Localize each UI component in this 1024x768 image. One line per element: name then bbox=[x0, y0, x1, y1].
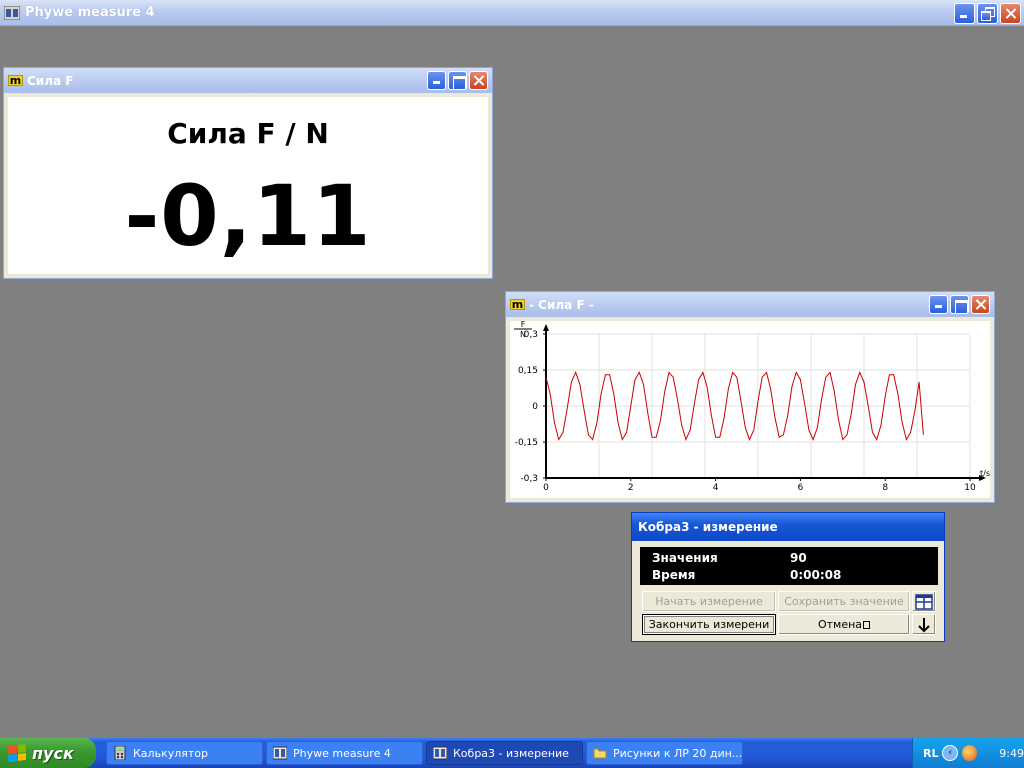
taskbar-item-kobra3-measurement[interactable]: Кобра3 - измерение bbox=[426, 741, 583, 765]
time-value: 0:00:08 bbox=[790, 568, 842, 582]
graph-area: 0 2 4 6 8 10 0,3 0,15 0 -0,15 -0,3 t/s F N bbox=[510, 321, 990, 498]
start-label: пуск bbox=[32, 743, 74, 763]
meter-window-title: Сила F bbox=[27, 73, 74, 88]
measurement-info-panel: Значения 90 Время 0:00:08 bbox=[640, 547, 938, 585]
y-axis-arrow bbox=[543, 324, 549, 331]
measurement-dialog-title: Кобра3 - измерение bbox=[638, 520, 778, 534]
measurement-dialog[interactable]: Кобра3 - измерение Значения 90 Время 0:0… bbox=[631, 512, 945, 642]
x-tick-label: 4 bbox=[713, 483, 719, 493]
tray-expand-icon[interactable]: ‹ bbox=[942, 745, 958, 761]
arrow-down-icon bbox=[918, 617, 930, 632]
x-tick-label: 6 bbox=[798, 483, 804, 493]
start-measurement-button[interactable]: Начать измерение bbox=[642, 591, 776, 612]
y-tick-label: -0,15 bbox=[515, 438, 538, 448]
tray-app-icon[interactable] bbox=[961, 745, 978, 761]
graph-window-title: - Сила F - bbox=[529, 297, 594, 312]
arrow-down-button[interactable] bbox=[912, 614, 936, 635]
finish-measurement-button[interactable]: Закончить измерени bbox=[642, 614, 776, 635]
app-icon bbox=[4, 5, 20, 20]
taskbar-item-label: Phywe measure 4 bbox=[293, 746, 391, 760]
taskbar: пуск Калькулятор Phywe measure 4 Кобра3 … bbox=[0, 738, 1024, 768]
graph-window[interactable]: m - Сила F - 0 2 4 6 8 10 0,3 0,15 0 -0,15 -0,3 t/s… bbox=[505, 291, 995, 503]
table-view-button[interactable] bbox=[912, 591, 936, 612]
y-axis-label-bottom: N bbox=[520, 330, 526, 339]
x-tick-label: 8 bbox=[882, 483, 888, 493]
measure-m-icon: m bbox=[510, 298, 525, 311]
meter-minimize-button[interactable] bbox=[427, 71, 446, 90]
clock: 9:49 bbox=[999, 746, 1024, 760]
app-restore-button[interactable] bbox=[977, 3, 998, 24]
meter-window-title-bar[interactable]: m Сила F bbox=[4, 68, 492, 93]
cancel-label: Отмена bbox=[817, 618, 863, 631]
cancel-box-icon bbox=[863, 620, 871, 629]
y-tick-label: -0,3 bbox=[520, 474, 538, 484]
save-value-button[interactable]: Сохранить значение bbox=[778, 591, 910, 612]
x-tick-label: 10 bbox=[964, 483, 976, 493]
phywe-app-icon bbox=[273, 746, 287, 760]
y-tick-label: 0 bbox=[532, 402, 538, 412]
taskbar-item-label: Рисунки к ЛР 20 дин... bbox=[613, 746, 743, 760]
taskbar-item-label: Калькулятор bbox=[133, 746, 208, 760]
taskbar-item-phywe[interactable]: Phywe measure 4 bbox=[266, 741, 423, 765]
taskbar-item-folder[interactable]: Рисунки к ЛР 20 дин... bbox=[586, 741, 743, 765]
meter-quantity-label: Сила F / N bbox=[167, 117, 329, 150]
folder-icon bbox=[593, 748, 607, 759]
force-time-chart: 0 2 4 6 8 100,30,150-0,15-0,3t/sFN bbox=[514, 321, 990, 493]
start-button[interactable]: пуск bbox=[0, 738, 96, 768]
calculator-icon bbox=[114, 746, 126, 760]
language-indicator[interactable]: RL bbox=[923, 747, 938, 760]
app-title-bar[interactable]: Phywe measure 4 bbox=[0, 0, 1024, 26]
system-tray: RL ‹ 9:49 bbox=[912, 738, 1024, 768]
graph-window-title-bar[interactable]: m - Сила F - bbox=[506, 292, 994, 317]
x-tick-label: 2 bbox=[628, 483, 634, 493]
measurement-dialog-title-bar[interactable]: Кобра3 - измерение bbox=[632, 513, 944, 541]
meter-close-button[interactable] bbox=[469, 71, 488, 90]
meter-display: Сила F / N -0,11 bbox=[8, 97, 488, 274]
values-count: 90 bbox=[790, 551, 807, 565]
measure-m-icon: m bbox=[8, 74, 23, 87]
graph-maximize-button[interactable] bbox=[950, 295, 969, 314]
meter-window[interactable]: m Сила F Сила F / N -0,11 bbox=[3, 67, 493, 279]
taskbar-item-label: Кобра3 - измерение bbox=[453, 746, 569, 760]
table-grid-icon bbox=[915, 593, 933, 610]
time-label: Время bbox=[652, 568, 696, 582]
meter-value: -0,11 bbox=[124, 167, 372, 265]
values-label: Значения bbox=[652, 551, 718, 565]
y-axis-label-top: F bbox=[521, 321, 526, 329]
y-tick-label: 0,15 bbox=[518, 366, 538, 376]
app-title: Phywe measure 4 bbox=[25, 5, 155, 20]
app-close-button[interactable] bbox=[1000, 3, 1021, 24]
cancel-button[interactable]: Отмена bbox=[778, 614, 910, 635]
app-minimize-button[interactable] bbox=[954, 3, 975, 24]
x-axis-label: t/s bbox=[980, 469, 990, 478]
x-tick-label: 0 bbox=[543, 483, 549, 493]
graph-minimize-button[interactable] bbox=[929, 295, 948, 314]
phywe-app-icon bbox=[433, 746, 447, 760]
windows-flag-icon bbox=[8, 744, 26, 762]
graph-close-button[interactable] bbox=[971, 295, 990, 314]
meter-maximize-button[interactable] bbox=[448, 71, 467, 90]
taskbar-item-calculator[interactable]: Калькулятор bbox=[106, 741, 263, 765]
